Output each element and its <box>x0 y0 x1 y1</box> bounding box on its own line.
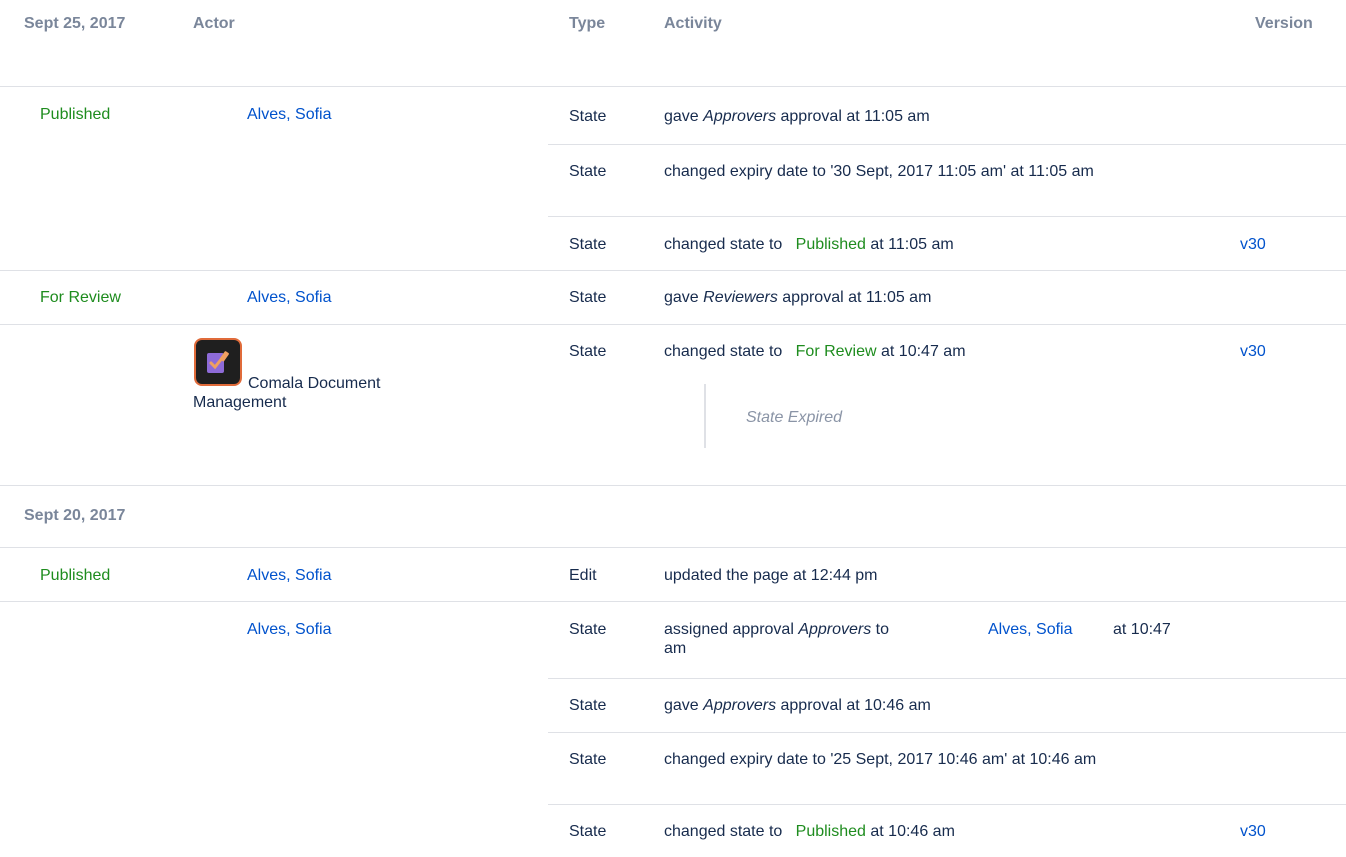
activity-type: State <box>569 343 607 360</box>
activity-text: updated the page at 12:44 pm <box>664 567 878 584</box>
actor-link[interactable]: Alves, Sofia <box>247 566 331 585</box>
state-label-published: Published <box>40 567 111 584</box>
date-header-sept-25: Sept 25, 2017 <box>24 15 126 32</box>
column-header-actor: Actor <box>193 15 235 32</box>
activity-text: changed expiry date to '25 Sept, 2017 10… <box>664 751 1097 768</box>
activity-type: State <box>569 108 607 125</box>
assignee-link[interactable]: Alves, Sofia <box>988 620 1072 639</box>
activity-text: changed state to For Review at 10:47 am <box>664 343 966 360</box>
note-quote-bar <box>704 384 706 448</box>
divider <box>548 732 1346 733</box>
actor-link[interactable]: Alves, Sofia <box>247 288 331 307</box>
column-header-version: Version <box>1255 15 1313 32</box>
activity-text: gave Reviewers approval at 11:05 am <box>664 289 932 306</box>
activity-text: gave Approvers approval at 11:05 am <box>664 108 930 125</box>
activity-type: State <box>569 621 607 638</box>
activity-type: State <box>569 751 607 768</box>
activity-type: State <box>569 289 607 306</box>
activity-type: Edit <box>569 567 597 584</box>
activity-type: State <box>569 163 607 180</box>
activity-time: at 10:47 <box>1113 621 1171 638</box>
activity-text: changed state to Published at 11:05 am <box>664 236 954 253</box>
version-link[interactable]: v30 <box>1240 342 1266 361</box>
actor-link[interactable]: Alves, Sofia <box>247 620 331 639</box>
state-label-for-review: For Review <box>40 289 121 306</box>
state-for-review: For Review <box>795 343 877 360</box>
actor-app-name: Comala Document Management <box>193 375 381 411</box>
state-published: Published <box>795 823 866 840</box>
activity-text: changed expiry date to '30 Sept, 2017 11… <box>664 163 1094 180</box>
date-header-sept-20: Sept 20, 2017 <box>24 507 126 524</box>
divider <box>548 678 1346 679</box>
activity-text: changed state to Published at 10:46 am <box>664 823 955 840</box>
activity-time-wrap: am <box>664 640 687 657</box>
activity-text: assigned approval Approvers to <box>664 621 890 638</box>
version-link[interactable]: v30 <box>1240 235 1266 254</box>
version-link[interactable]: v30 <box>1240 822 1266 841</box>
divider <box>548 804 1346 805</box>
state-expired-note: State Expired <box>746 409 843 426</box>
activity-text: gave Approvers approval at 10:46 am <box>664 697 931 714</box>
divider <box>0 601 1346 602</box>
divider <box>548 144 1346 145</box>
activity-type: State <box>569 823 607 840</box>
activity-type: State <box>569 697 607 714</box>
divider <box>0 86 1346 87</box>
state-published: Published <box>795 236 866 253</box>
divider <box>548 216 1346 217</box>
column-header-activity: Activity <box>664 15 722 32</box>
divider <box>0 270 1346 271</box>
actor-link[interactable]: Alves, Sofia <box>247 105 331 124</box>
divider <box>0 547 1346 548</box>
activity-type: State <box>569 236 607 253</box>
column-header-type: Type <box>569 15 606 32</box>
document-check-icon <box>207 351 229 373</box>
divider <box>0 485 1346 486</box>
state-label-published: Published <box>40 106 111 123</box>
divider <box>0 324 1346 325</box>
